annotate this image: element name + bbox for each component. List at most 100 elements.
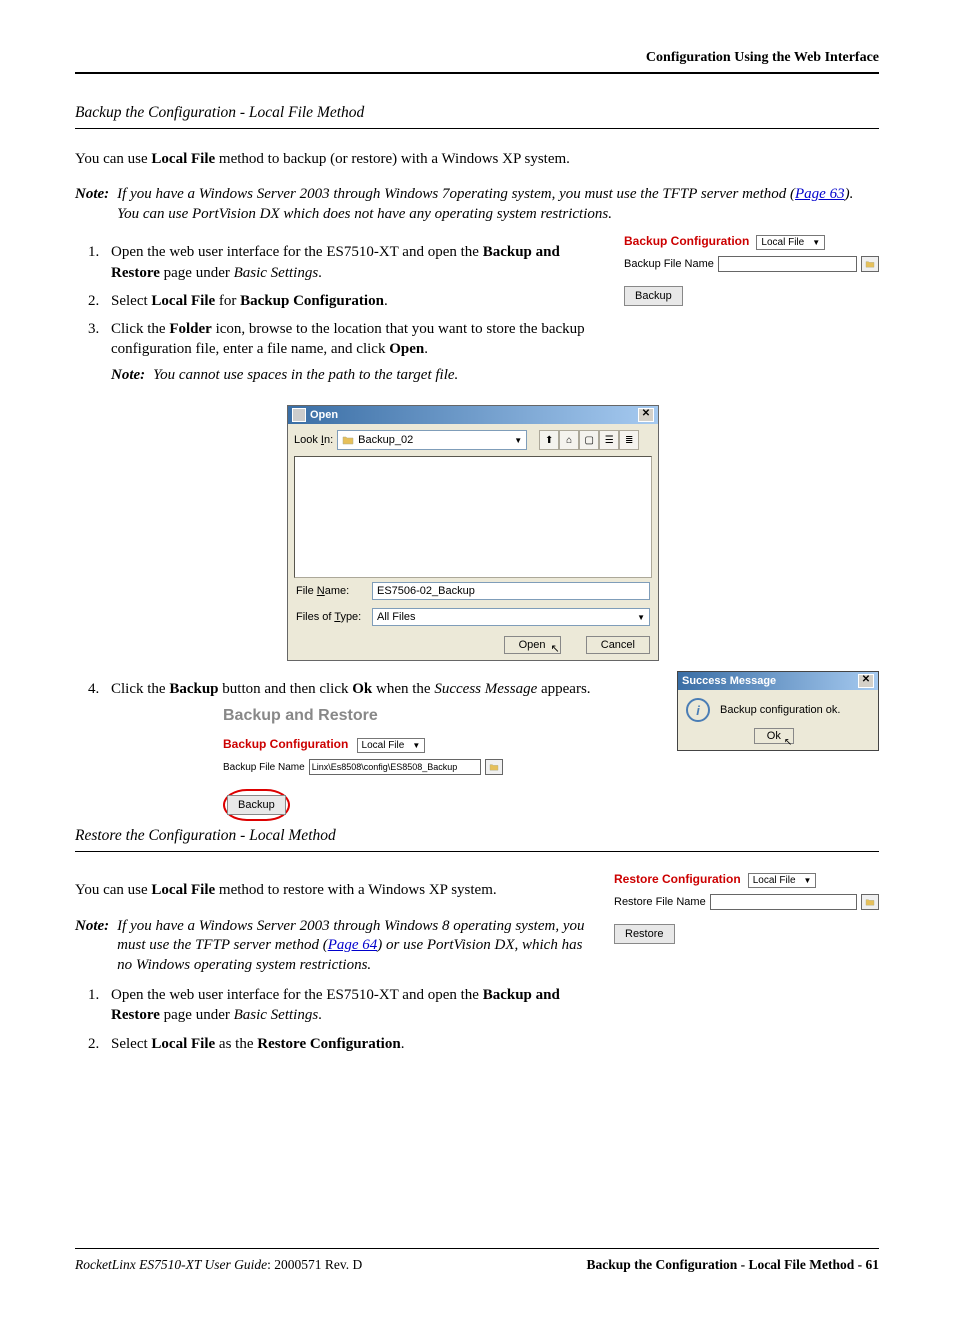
close-icon[interactable]: ✕ — [858, 674, 874, 688]
text-italic: Basic Settings — [234, 1007, 319, 1023]
success-message-dialog: Success Message ✕ i Backup configuration… — [677, 671, 879, 751]
cursor-icon: ↖ — [784, 737, 792, 748]
bar-filename-input[interactable]: Linx\Es8508\config\ES8508_Backup — [309, 759, 481, 775]
chevron-down-icon: ▼ — [412, 741, 420, 750]
new-folder-icon[interactable]: ▢ — [579, 430, 599, 450]
info-icon: i — [686, 698, 710, 722]
text-bold: Local File — [151, 882, 215, 898]
text: when the — [372, 681, 434, 697]
text: method to restore with a Windows XP syst… — [215, 882, 496, 898]
text-bold: Local File — [151, 293, 215, 309]
details-view-icon[interactable]: ≣ — [619, 430, 639, 450]
section1-rule — [75, 128, 879, 129]
text-bold: Folder — [169, 321, 212, 337]
text: You can use — [75, 151, 151, 167]
section1-steps-cont: Click the Backup button and then click O… — [75, 679, 657, 699]
text-bold: Backup — [169, 681, 218, 697]
note-label: Note: — [111, 366, 153, 386]
section2-rule — [75, 851, 879, 852]
text: Select — [111, 293, 151, 309]
folder-icon — [342, 435, 354, 445]
chevron-down-icon: ▼ — [514, 436, 522, 445]
link-page63[interactable]: Page 63 — [795, 186, 845, 202]
restore-config-select[interactable]: Local File ▼ — [748, 873, 817, 888]
step-1: Open the web user interface for the ES75… — [103, 985, 594, 1026]
text: . — [384, 293, 388, 309]
files-type-select[interactable]: All Files ▼ — [372, 608, 650, 626]
section1-title: Backup the Configuration - Local File Me… — [75, 104, 879, 122]
look-in-value: Backup_02 — [358, 434, 413, 446]
select-value: Local File — [753, 875, 796, 886]
section2-intro: You can use Local File method to restore… — [75, 880, 594, 900]
section2-note: Note: If you have a Windows Server 2003 … — [75, 917, 594, 976]
open-dialog-titlebar: Open ✕ — [288, 406, 658, 424]
backup-filename-input[interactable] — [718, 256, 857, 272]
note-label: Note: — [75, 917, 117, 976]
look-in-select[interactable]: Backup_02 ▼ — [337, 430, 527, 450]
note-text: If you have a Windows Server 2003 throug… — [117, 185, 879, 224]
link-page64[interactable]: Page 64 — [328, 937, 378, 953]
text: appears. — [537, 681, 590, 697]
text: . — [401, 1036, 405, 1052]
close-icon[interactable]: ✕ — [638, 408, 654, 422]
backup-filename-label: Backup File Name — [624, 258, 714, 270]
restore-button[interactable]: Restore — [614, 924, 675, 944]
footer-product: RocketLinx ES7510-XT User Guide — [75, 1257, 267, 1272]
text: Click the — [111, 321, 169, 337]
folder-icon[interactable] — [861, 256, 879, 272]
file-name-input[interactable]: ES7506-02_Backup — [372, 582, 650, 600]
msg-title: Success Message — [682, 675, 776, 687]
text-bold: Local File — [151, 151, 215, 167]
backup-config-title: Backup Configuration — [624, 234, 749, 248]
folder-icon[interactable] — [861, 894, 879, 910]
msg-body-text: Backup configuration ok. — [720, 704, 840, 716]
text: . — [318, 265, 322, 281]
step-4: Click the Backup button and then click O… — [103, 679, 657, 699]
chevron-down-icon: ▼ — [812, 238, 820, 247]
backup-config-select[interactable]: Local File ▼ — [756, 235, 825, 250]
open-dialog: Open ✕ Look In: Backup_02 ▼ ⬆ ⌂ ▢ ☰ ≣ Fi… — [287, 405, 659, 661]
page-header-right: Configuration Using the Web Interface — [75, 50, 879, 66]
text-bold: Restore Configuration — [257, 1036, 400, 1052]
chevron-down-icon: ▼ — [804, 876, 812, 885]
highlight-circle: Backup — [223, 789, 290, 821]
step-2: Select Local File as the Restore Configu… — [103, 1034, 594, 1054]
app-icon — [292, 408, 306, 422]
footer-left: RocketLinx ES7510-XT User Guide: 2000571… — [75, 1257, 362, 1273]
text-bold: Backup Configuration — [240, 293, 384, 309]
file-list-area[interactable] — [294, 456, 652, 578]
backup-config-panel: Backup Configuration Local File ▼ Backup… — [624, 234, 879, 306]
backup-button[interactable]: Backup — [227, 795, 286, 815]
select-value: Local File — [761, 237, 804, 248]
restore-config-title: Restore Configuration — [614, 872, 741, 886]
file-name-label: File Name: — [296, 585, 366, 597]
list-view-icon[interactable]: ☰ — [599, 430, 619, 450]
backup-button[interactable]: Backup — [624, 286, 683, 306]
text: . — [318, 1007, 322, 1023]
text: Select — [111, 1036, 151, 1052]
section2-title: Restore the Configuration - Local Method — [75, 827, 879, 845]
bar-config-title: Backup Configuration — [223, 737, 348, 751]
section2-steps: Open the web user interface for the ES75… — [75, 985, 594, 1054]
text: Click the — [111, 681, 169, 697]
section1-note: Note: If you have a Windows Server 2003 … — [75, 185, 879, 224]
up-folder-icon[interactable]: ⬆ — [539, 430, 559, 450]
text: for — [215, 293, 240, 309]
bar-heading: Backup and Restore — [223, 707, 503, 725]
restore-filename-input[interactable] — [710, 894, 857, 910]
text: If you have a Windows Server 2003 throug… — [117, 186, 795, 202]
folder-icon[interactable] — [485, 759, 503, 775]
look-in-label: Look In: — [294, 434, 333, 446]
cancel-button[interactable]: Cancel — [586, 636, 650, 654]
step-1: Open the web user interface for the ES75… — [103, 242, 604, 283]
page-footer: RocketLinx ES7510-XT User Guide: 2000571… — [75, 1257, 879, 1273]
footer-page: Backup the Configuration - Local File Me… — [587, 1257, 880, 1272]
bar-config-select[interactable]: Local File ▼ — [357, 738, 426, 753]
home-icon[interactable]: ⌂ — [559, 430, 579, 450]
section1-steps: Open the web user interface for the ES75… — [75, 242, 604, 385]
text: method to backup (or restore) with a Win… — [215, 151, 570, 167]
select-value: Local File — [362, 740, 405, 751]
msg-titlebar: Success Message ✕ — [678, 672, 878, 690]
open-dialog-toolbar: Look In: Backup_02 ▼ ⬆ ⌂ ▢ ☰ ≣ — [288, 424, 658, 456]
step-2: Select Local File for Backup Configurati… — [103, 291, 604, 311]
